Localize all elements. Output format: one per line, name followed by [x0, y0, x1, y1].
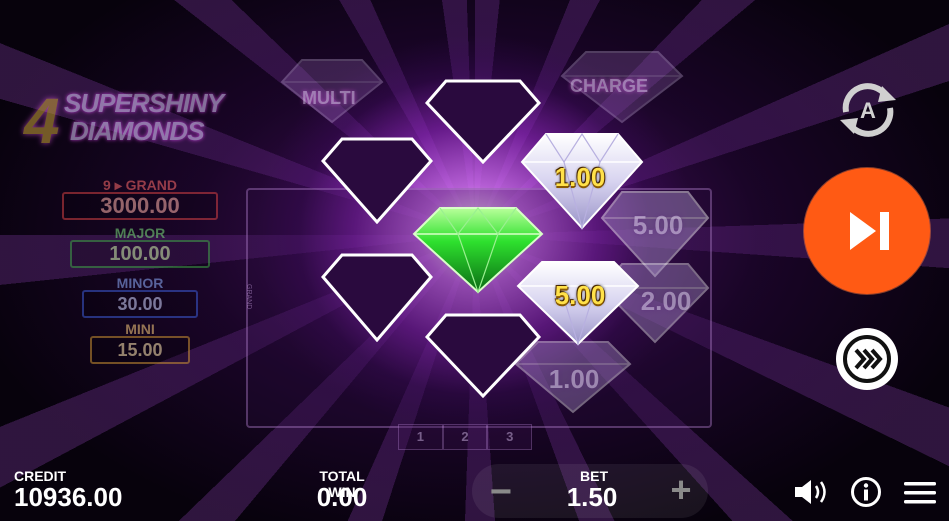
bottom-bar: CREDIT 10936.00 TOTAL WIN 0.00 − BET 1.5…	[0, 460, 949, 521]
game-logo: 4 SUPERSHINY DIAMONDS	[22, 85, 232, 157]
page-tab-3[interactable]: 3	[487, 424, 533, 450]
logo-line-1: SUPERSHINY	[64, 88, 224, 118]
total-win-value: 0.00	[316, 482, 368, 512]
turbo-button[interactable]	[836, 328, 898, 390]
jackpot-grand-badge: 9	[103, 177, 111, 193]
jackpot-minor: MINOR 30.00	[82, 276, 198, 318]
jackpot-mini: MINI 15.00	[90, 322, 190, 364]
page-tabs: 1 2 3	[398, 424, 533, 450]
spin-button[interactable]	[804, 168, 930, 294]
logo-line-2: DIAMONDS	[70, 116, 205, 146]
credit-value: 10936.00	[14, 482, 123, 512]
jackpot-major-value: 100.00	[70, 240, 210, 268]
page-tab-2[interactable]: 2	[442, 424, 488, 450]
autoplay-a-icon[interactable]: A	[832, 78, 904, 140]
gem-value-top: 1.00	[554, 162, 606, 192]
info-icon[interactable]	[850, 476, 882, 508]
reel-side-label: GRAND	[245, 284, 252, 310]
jackpot-mini-value: 15.00	[90, 336, 190, 364]
jackpot-grand-label-text: GRAND	[125, 177, 177, 193]
modifier-multi-label: MULTI	[302, 88, 356, 108]
jackpot-mini-label: MINI	[125, 321, 155, 337]
bet-decrease-button[interactable]: −	[484, 473, 518, 511]
jackpot-grand-value: 3000.00	[62, 192, 218, 220]
jackpot-grand-badge-arrow-icon: ▸	[114, 177, 122, 193]
svg-text:A: A	[860, 98, 876, 123]
bet-increase-button[interactable]: +	[664, 472, 698, 508]
modifier-charge-label: CHARGE	[570, 76, 649, 96]
skip-forward-icon	[850, 212, 889, 250]
page-tab-1[interactable]: 1	[398, 424, 443, 450]
hamburger-menu-icon[interactable]	[904, 480, 936, 506]
speaker-icon[interactable]	[793, 478, 829, 506]
bet-value: 1.50	[566, 482, 618, 512]
jackpot-major: MAJOR 100.00	[70, 226, 210, 268]
jackpot-grand-label: 9 ▸ GRAND	[62, 178, 218, 192]
jackpot-grand: 9 ▸ GRAND 3000.00	[62, 178, 218, 220]
game-stage: 4 SUPERSHINY DIAMONDS 9 ▸ GRAND 3000.00 …	[0, 0, 949, 521]
gem-value-bottom: 5.00	[554, 280, 606, 310]
jackpot-minor-value: 30.00	[82, 290, 198, 318]
jackpot-major-label: MAJOR	[114, 225, 166, 241]
jackpot-minor-label: MINOR	[116, 275, 164, 291]
logo-digit: 4	[24, 85, 60, 157]
fast-forward-icon	[843, 335, 891, 383]
